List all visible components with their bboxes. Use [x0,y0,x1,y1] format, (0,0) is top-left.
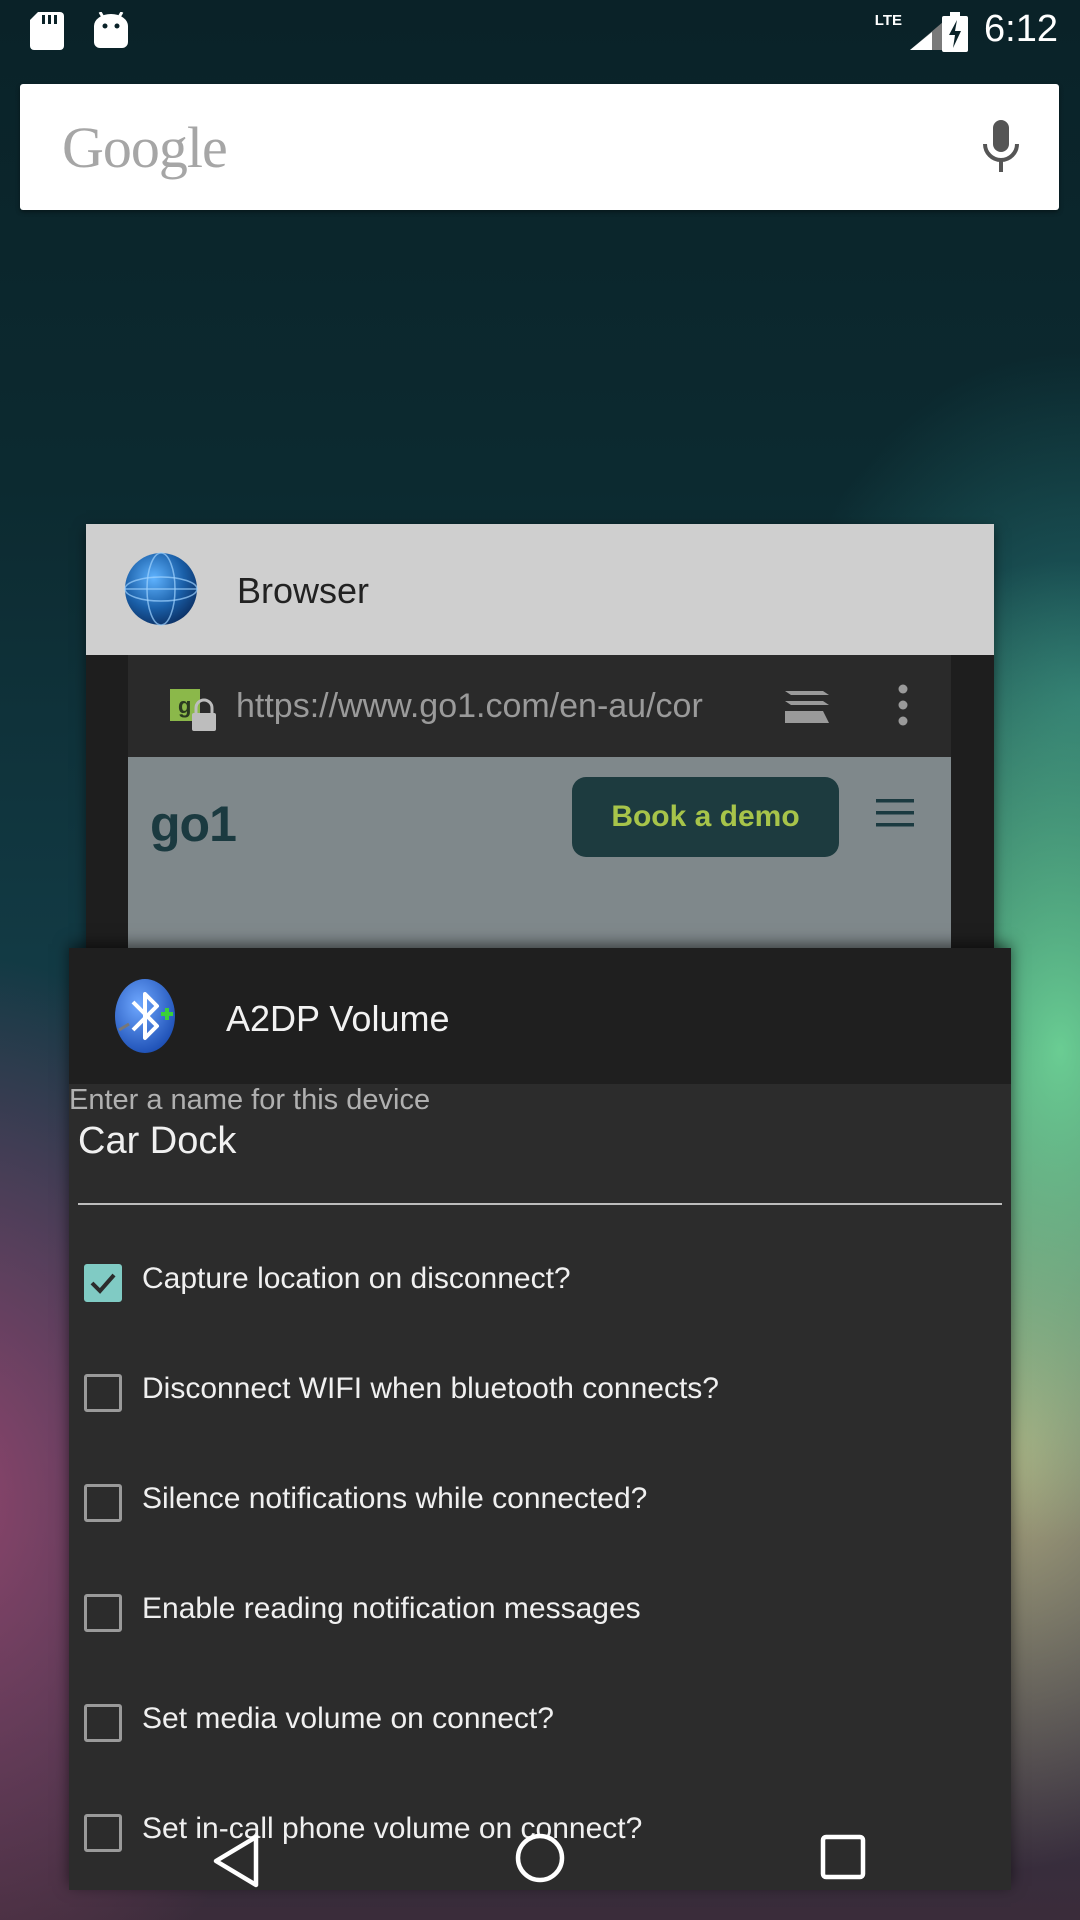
option-label: Set media volume on connect? [142,1702,554,1735]
book-demo-button: Book a demo [572,777,839,857]
clock: 6:12 [984,8,1058,50]
svg-text:g: g [178,693,191,718]
status-bar: LTE 6:12 [0,0,1080,63]
checkbox-icon[interactable] [84,1484,122,1522]
checkbox-icon[interactable] [84,1704,122,1742]
android-icon [94,11,128,53]
checkbox-icon[interactable] [84,1594,122,1632]
option-label: Capture location on disconnect? [142,1262,571,1295]
browser-card-title: Browser [237,570,370,611]
device-name-underline [78,1203,1002,1205]
option-label: Disconnect WIFI when bluetooth connects? [142,1372,719,1405]
bluetooth-icon [115,978,181,1059]
checkbox-icon[interactable] [84,1374,122,1412]
url-bar: g https://www.go1.com/en-au/cor [128,655,951,757]
option-capture-location[interactable]: Capture location on disconnect? [84,1256,1004,1316]
device-name-label: Enter a name for this device [69,1084,431,1116]
globe-icon [124,552,198,631]
browser-card-header[interactable]: Browser [86,524,994,655]
google-search-bar[interactable]: Google [20,84,1059,210]
option-label: Silence notifications while connected? [142,1482,648,1515]
a2dp-card-title: A2DP Volume [226,998,450,1039]
site-lock-icon: g [170,689,220,738]
back-icon[interactable] [212,1834,260,1893]
battery-charging-icon [942,12,968,57]
sd-card-icon [30,12,64,55]
recents-icon[interactable] [820,1834,866,1885]
screen: LTE 6:12 Google Browser g https://www.go… [0,0,1080,1920]
network-type: LTE [874,12,902,29]
url-text: https://www.go1.com/en-au/cor [236,687,703,725]
more-options-icon [898,683,908,732]
navigation-bar [0,1818,1080,1920]
option-media-volume[interactable]: Set media volume on connect? [84,1696,1004,1756]
option-disconnect-wifi[interactable]: Disconnect WIFI when bluetooth connects? [84,1366,1004,1426]
recent-card-a2dp-volume[interactable]: A2DP Volume Enter a name for this device… [69,948,1011,1890]
mic-icon[interactable] [981,120,1021,179]
go1-logo: go1 [150,796,237,852]
a2dp-card-header[interactable]: A2DP Volume [69,948,1011,1084]
option-label: Enable reading notification messages [142,1592,641,1625]
browser-thumbnail[interactable]: g https://www.go1.com/en-au/cor go1 Book… [128,655,951,954]
hamburger-menu-icon [876,799,914,832]
device-name-input[interactable]: Car Dock [78,1120,236,1163]
checkbox-checked-icon[interactable] [84,1264,122,1302]
recent-card-browser[interactable]: Browser g https://www.go1.com/en-au/cor [86,524,994,954]
tabs-icon [783,687,831,730]
option-read-notifications[interactable]: Enable reading notification messages [84,1586,1004,1646]
option-silence-notifications[interactable]: Silence notifications while connected? [84,1476,1004,1536]
web-page-preview: go1 Book a demo [128,757,951,954]
home-icon[interactable] [514,1832,566,1889]
google-logo: Google [62,115,228,180]
